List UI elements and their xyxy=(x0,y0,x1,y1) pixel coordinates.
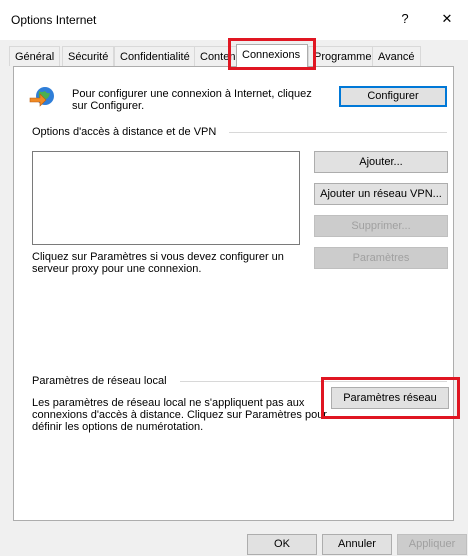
lan-settings-highlight-box xyxy=(321,377,460,419)
connections-list[interactable] xyxy=(32,151,300,245)
tab-general[interactable]: Général xyxy=(9,46,61,66)
ok-button[interactable]: OK xyxy=(247,534,317,555)
setup-description-line2: sur Configurer. xyxy=(72,100,145,112)
dialup-group-label: Options d'accès à distance et de VPN xyxy=(32,126,217,138)
title-bar: Options Internet ? ✕ xyxy=(0,0,468,40)
cancel-button[interactable]: Annuler xyxy=(322,534,392,555)
tab-privacy[interactable]: Confidentialité xyxy=(114,46,196,66)
proxy-help-line2: serveur proxy pour une connexion. xyxy=(32,263,202,275)
help-button[interactable]: ? xyxy=(390,8,420,30)
lan-group-label: Paramètres de réseau local xyxy=(32,375,167,387)
tab-security[interactable]: Sécurité xyxy=(62,46,115,66)
add-connection-button[interactable]: Ajouter... xyxy=(314,151,448,173)
connection-settings-button[interactable]: Paramètres xyxy=(314,247,448,269)
globe-network-icon xyxy=(28,84,56,110)
configure-button[interactable]: Configurer xyxy=(339,86,447,107)
tab-advanced[interactable]: Avancé xyxy=(372,46,421,66)
add-vpn-button[interactable]: Ajouter un réseau VPN... xyxy=(314,183,448,205)
tab-highlight-box xyxy=(228,38,316,70)
apply-button[interactable]: Appliquer xyxy=(397,534,467,555)
lan-description-line3: définir les options de numérotation. xyxy=(32,421,204,433)
window-title: Options Internet xyxy=(11,13,97,27)
remove-connection-button[interactable]: Supprimer... xyxy=(314,215,448,237)
close-button[interactable]: ✕ xyxy=(432,8,462,30)
dialup-group-line xyxy=(229,132,447,133)
